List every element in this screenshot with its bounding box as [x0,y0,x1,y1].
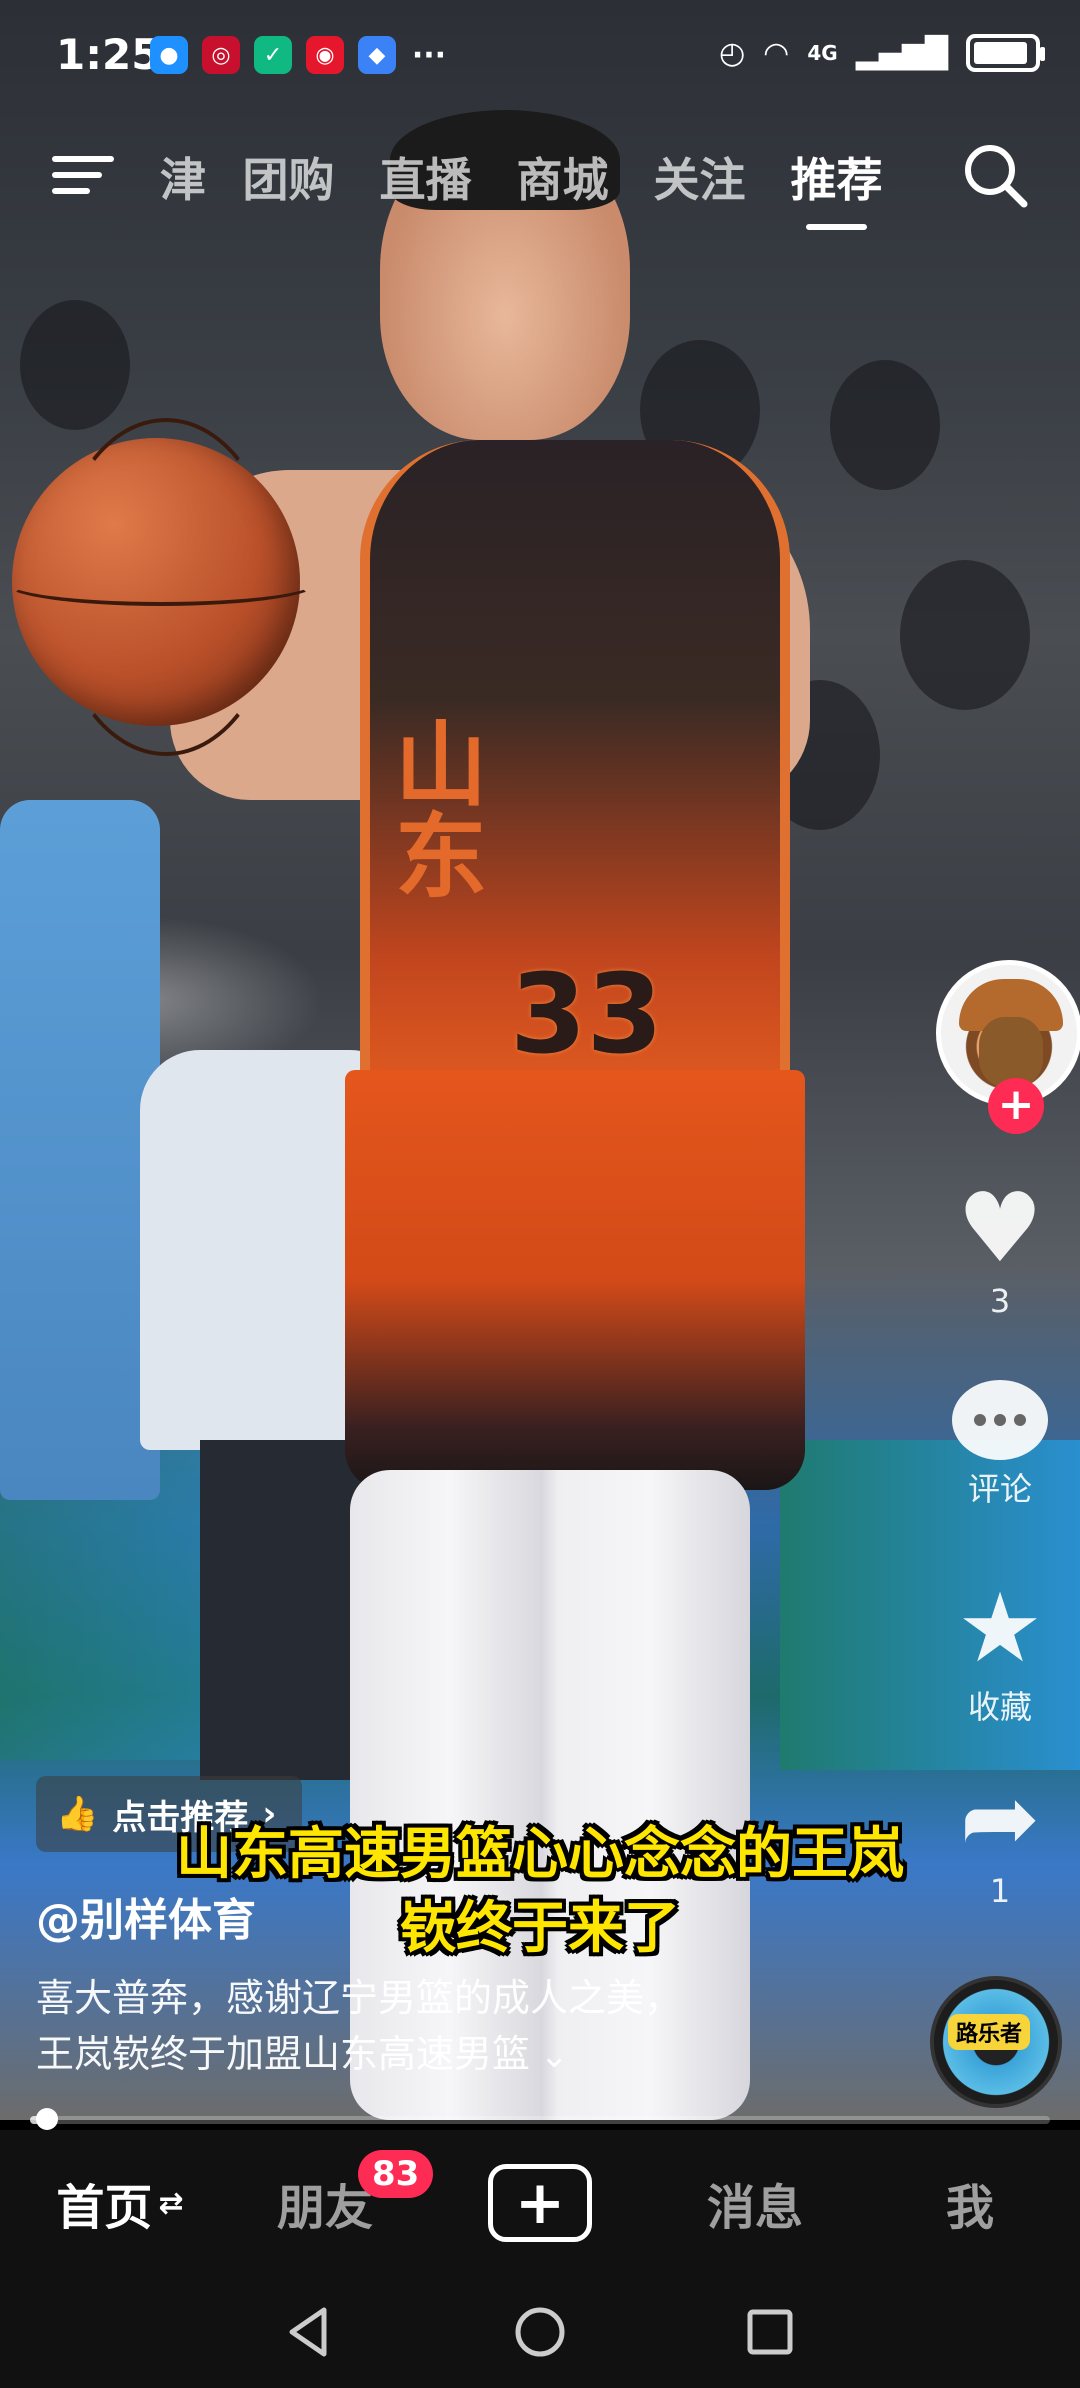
follow-plus-icon[interactable]: + [988,1078,1044,1134]
like-button[interactable]: ♥ 3 [930,1178,1070,1320]
nav-messages-label: 消息 [706,2180,803,2236]
notification-icons: ● ◎ ✓ ◉ ◆ ··· [150,36,448,74]
star-icon: ★ [956,1572,1044,1684]
video-progress-bar[interactable] [30,2108,1050,2130]
home-circle-icon[interactable] [510,2304,570,2360]
network-type: 4G [807,41,838,65]
overlay-title-line1: 山东高速男篮心心念念的王岚 [176,1822,904,1887]
expand-chevron-icon[interactable]: ⌄ [540,2036,569,2076]
favorite-label: 收藏 [967,1688,1032,1726]
music-disc[interactable]: 路乐者 [930,1976,1062,2108]
basketball [2,418,320,756]
status-right: ◴ ◠ 4G ▂▄▆█ [718,34,1045,72]
crowd-figure [900,560,1030,710]
nav-me-label: 我 [945,2180,994,2236]
nav-home[interactable]: 首页 ⇄ [40,2130,200,2276]
player-shorts [345,1070,805,1490]
opponent-player [0,800,160,1500]
progress-handle[interactable] [36,2108,59,2130]
comment-icon [952,1380,1048,1460]
create-button[interactable]: + [488,2164,592,2242]
tab-following[interactable]: 关注 [631,144,768,210]
creator-avatar[interactable]: + [936,960,1080,1134]
menu-icon[interactable] [52,150,114,200]
search-icon[interactable] [960,140,1030,210]
tab-group-buy[interactable]: 团购 [220,144,357,210]
swap-icon: ⇄ [158,2185,184,2221]
tab-tianjin[interactable]: 津 [160,144,220,210]
wifi-icon: ◠ [763,35,790,71]
weibo-icon: ◉ [306,36,344,74]
signal-icon: ▂▄▆█ [855,35,948,71]
nav-me[interactable]: 我 [910,2130,1030,2276]
message-icon: ● [150,36,188,74]
like-count: 3 [989,1282,1011,1320]
friends-badge: 83 [358,2150,434,2198]
comment-button[interactable]: 评论 [930,1380,1070,1510]
avatar-face [979,1017,1043,1087]
app-icon: ◆ [358,36,396,74]
status-bar: 1:25 ● ◎ ✓ ◉ ◆ ··· ◴ ◠ 4G ▂▄▆█ [0,0,1080,110]
desc-line2: 王岚嵚终于加盟山东高速男篮 [36,2032,531,2076]
music-tag: 路乐者 [948,2014,1031,2050]
shield-icon: ✓ [254,36,292,74]
back-icon[interactable] [278,2304,338,2360]
crowd-figure [20,300,130,430]
top-navigation: 津 团购 直播 商城 关注 推荐 [0,130,1080,230]
favorite-button[interactable]: ★ 收藏 [930,1578,1070,1728]
status-time: 1:25 [56,30,161,79]
jersey-number: 33 [510,950,664,1078]
recents-icon[interactable] [740,2304,800,2360]
crowd-figure [830,360,940,490]
heart-icon: ♥ [956,1172,1044,1284]
nav-messages[interactable]: 消息 [680,2130,830,2276]
feed-tabs: 津 团购 直播 商城 关注 推荐 [160,144,905,230]
comment-label: 评论 [967,1470,1032,1508]
more-icon: ··· [411,37,447,73]
bank-icon: ◎ [202,36,240,74]
desc-line1: 喜大普奔，感谢辽宁男篮的成人之美， [36,1976,683,2020]
tab-live[interactable]: 直播 [357,144,494,210]
nav-create[interactable]: + [480,2130,600,2276]
tab-mall[interactable]: 商城 [494,144,631,210]
jersey-text: 山东 [395,712,488,911]
plus-icon: + [514,2168,566,2238]
speed-icon: ◴ [718,35,746,71]
video-description[interactable]: 喜大普奔，感谢辽宁男篮的成人之美， 王岚嵚终于加盟山东高速男篮 ⌄ [36,1970,856,2084]
bottom-navigation: 首页 ⇄ 朋友 83 + 消息 我 [0,2130,1080,2276]
tab-recommended[interactable]: 推荐 [768,144,905,230]
system-navigation-bar [0,2276,1080,2388]
nav-home-label: 首页 [56,2180,153,2236]
battery-icon [966,34,1045,72]
author-name[interactable]: @别样体育 [36,1884,256,1948]
